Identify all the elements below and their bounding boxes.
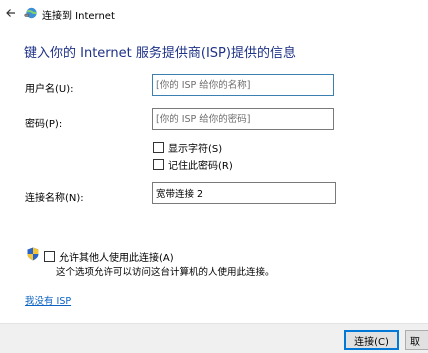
show-characters-checkbox[interactable]	[153, 142, 164, 153]
show-characters-label: 显示字符(S)	[168, 144, 223, 155]
username-input[interactable]	[152, 74, 334, 96]
remember-password-checkbox[interactable]	[153, 159, 164, 170]
remember-password-label: 记住此密码(R)	[168, 161, 233, 172]
no-isp-link[interactable]: 我没有 ISP	[25, 293, 71, 307]
allow-others-checkbox[interactable]	[44, 251, 55, 262]
allow-others-checkbox-row[interactable]: 允许其他人使用此连接(A)	[44, 249, 174, 264]
arrow-left-icon[interactable]	[4, 5, 20, 21]
password-input[interactable]	[152, 108, 334, 130]
show-characters-checkbox-row[interactable]: 显示字符(S)	[153, 140, 222, 155]
title-bar: 连接到 Internet	[0, 0, 428, 28]
password-label: 密码(P):	[25, 119, 63, 130]
dialog-footer: 连接(C) 取	[0, 323, 428, 353]
connect-to-internet-window: 连接到 Internet 键入你的 Internet 服务提供商(ISP)提供的…	[0, 0, 428, 353]
connection-name-input[interactable]	[152, 182, 336, 204]
allow-others-label: 允许其他人使用此连接(A)	[59, 253, 174, 264]
window-title: 连接到 Internet	[42, 11, 115, 22]
uac-shield-icon	[27, 247, 39, 261]
page-heading: 键入你的 Internet 服务提供商(ISP)提供的信息	[24, 46, 296, 61]
network-globe-icon	[24, 7, 37, 19]
cancel-button[interactable]: 取	[405, 330, 428, 350]
connection-name-label: 连接名称(N):	[25, 193, 84, 204]
username-label: 用户名(U):	[25, 84, 74, 95]
remember-password-checkbox-row[interactable]: 记住此密码(R)	[153, 157, 233, 172]
connect-button[interactable]: 连接(C)	[344, 330, 399, 350]
allow-others-note: 这个选项允许可以访问这台计算机的人使用此连接。	[56, 267, 275, 278]
